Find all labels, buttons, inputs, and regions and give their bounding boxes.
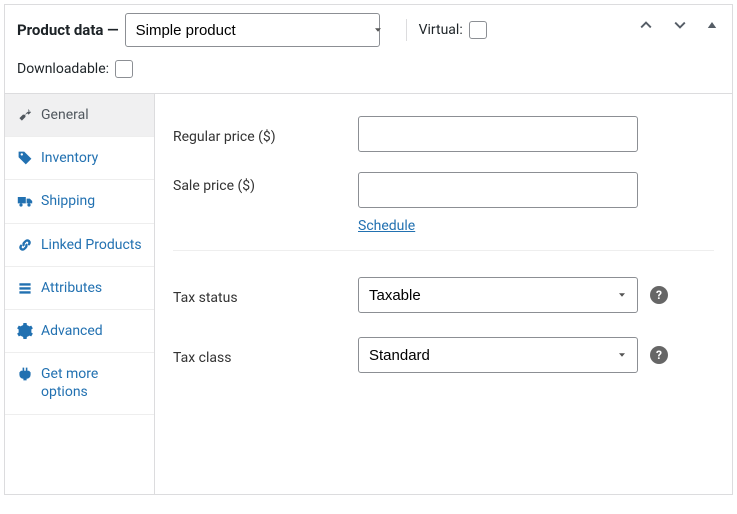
divider: [406, 19, 407, 41]
tab-get-more-options[interactable]: Get more options: [5, 353, 154, 414]
downloadable-label: Downloadable:: [17, 53, 109, 85]
field-tax-class: Tax class Standard ?: [173, 333, 714, 377]
tag-icon: [17, 150, 33, 166]
sale-price-input[interactable]: [358, 172, 638, 208]
panel-header: Product data — Simple product Virtual:: [5, 5, 732, 94]
tab-label: General: [41, 106, 89, 124]
move-down-button[interactable]: [668, 15, 692, 35]
regular-price-label: Regular price ($): [173, 123, 358, 145]
tab-label: Shipping: [41, 192, 95, 210]
field-tax-status: Tax status Taxable ?: [173, 273, 714, 317]
field-sale-price: Sale price ($) Schedule: [173, 172, 714, 234]
panel-body: General Inventory Shipping Linked Produc…: [5, 94, 732, 494]
schedule-link[interactable]: Schedule: [358, 218, 415, 234]
tax-status-label: Tax status: [173, 284, 358, 306]
tab-general[interactable]: General: [5, 94, 154, 137]
tab-linked-products[interactable]: Linked Products: [5, 224, 154, 267]
gear-icon: [17, 323, 33, 339]
wrench-icon: [17, 107, 33, 123]
virtual-label: Virtual:: [419, 14, 463, 46]
toggle-panel-button[interactable]: [702, 17, 722, 33]
regular-price-input[interactable]: [358, 116, 638, 152]
sale-price-label: Sale price ($): [173, 172, 358, 194]
help-icon[interactable]: ?: [650, 346, 668, 364]
truck-icon: [17, 193, 33, 209]
tax-class-select[interactable]: Standard: [358, 337, 638, 373]
tab-label: Get more options: [41, 365, 142, 401]
tab-inventory[interactable]: Inventory: [5, 137, 154, 180]
plugin-icon: [17, 366, 33, 382]
tab-attributes[interactable]: Attributes: [5, 267, 154, 310]
panel-title: Product data —: [17, 14, 119, 46]
move-up-button[interactable]: [634, 15, 658, 35]
panel-header-controls: [634, 15, 722, 35]
field-regular-price: Regular price ($): [173, 112, 714, 156]
tab-label: Advanced: [41, 322, 103, 340]
virtual-checkbox[interactable]: [469, 21, 487, 39]
tax-status-select[interactable]: Taxable: [358, 277, 638, 313]
product-type-select[interactable]: Simple product: [125, 13, 380, 47]
list-icon: [17, 280, 33, 296]
tax-class-label: Tax class: [173, 344, 358, 366]
tab-shipping[interactable]: Shipping: [5, 180, 154, 223]
divider: [173, 250, 714, 251]
tab-label: Linked Products: [41, 236, 142, 254]
product-data-panel: Product data — Simple product Virtual:: [4, 4, 733, 495]
tab-label: Attributes: [41, 279, 102, 297]
tab-content-general: Regular price ($) Sale price ($) Schedul…: [155, 94, 732, 494]
downloadable-checkbox[interactable]: [115, 60, 133, 78]
link-icon: [17, 237, 33, 253]
help-icon[interactable]: ?: [650, 286, 668, 304]
tab-label: Inventory: [41, 149, 98, 167]
tabs-sidebar: General Inventory Shipping Linked Produc…: [5, 94, 155, 494]
tab-advanced[interactable]: Advanced: [5, 310, 154, 353]
